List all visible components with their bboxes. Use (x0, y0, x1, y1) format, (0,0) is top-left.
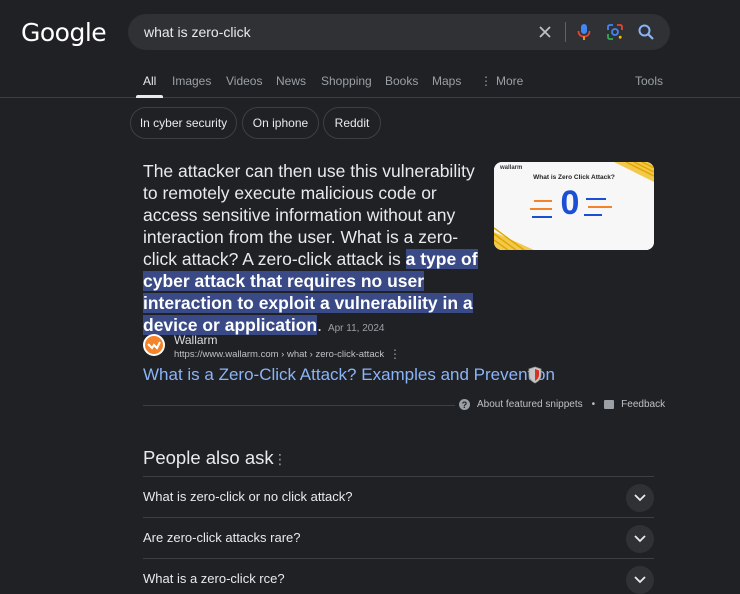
about-bullet: • (591, 399, 596, 410)
snippet-thumbnail[interactable]: 0 wallarm What is Zero Click Attack? (494, 162, 654, 250)
tab-maps[interactable]: Maps (432, 74, 461, 88)
snippet-date: Apr 11, 2024 (327, 323, 385, 334)
thumbnail-title: What is Zero Click Attack? (533, 174, 615, 181)
more-vert-icon: ⋮ (480, 74, 492, 88)
tools-button[interactable]: Tools (635, 74, 663, 88)
paa-question-text: Are zero-click attacks rare? (143, 530, 301, 545)
paa-question[interactable]: What is a zero-click rce? (143, 558, 654, 594)
feedback-icon (604, 400, 615, 409)
about-label: About featured snippets (477, 399, 583, 410)
result-title-link[interactable]: What is a Zero-Click Attack? Examples an… (143, 365, 555, 385)
paa-menu-icon[interactable]: ⋮ (273, 451, 287, 468)
source-url[interactable]: https://www.wallarm.com › what › zero-cl… (174, 349, 384, 360)
tab-news[interactable]: News (276, 74, 306, 88)
tab-more-label: More (496, 74, 524, 88)
search-bar[interactable]: what is zero-click (128, 14, 670, 50)
tab-books[interactable]: Books (385, 74, 418, 88)
active-tab-indicator (136, 95, 163, 98)
search-tabs: All Images Videos News Shopping Books Ma… (0, 66, 740, 98)
tab-images[interactable]: Images (172, 74, 211, 88)
snippet-text-after: . (317, 315, 322, 335)
paa-question[interactable]: What is zero-click or no click attack? (143, 476, 654, 517)
paa-question-text: What is zero-click or no click attack? (143, 489, 353, 504)
chip-on-iphone[interactable]: On iphone (242, 107, 319, 139)
tab-shopping[interactable]: Shopping (321, 74, 372, 88)
chevron-down-icon[interactable] (626, 525, 654, 553)
search-divider (565, 22, 566, 42)
chevron-down-icon[interactable] (626, 484, 654, 512)
clear-icon[interactable] (533, 20, 557, 44)
source-menu-icon[interactable]: ⋮ (389, 347, 401, 361)
help-icon: ? (459, 399, 470, 410)
thumbnail-zero-glyph: 0 (561, 184, 580, 222)
microphone-icon[interactable] (572, 20, 596, 44)
feedback-link[interactable]: Feedback (621, 399, 665, 410)
search-input[interactable]: what is zero-click (144, 24, 251, 40)
lens-icon[interactable] (603, 20, 627, 44)
wallarm-favicon[interactable] (143, 334, 165, 356)
source-name[interactable]: Wallarm (174, 333, 218, 347)
featured-snippet-text: The attacker can then use this vulnerabi… (143, 160, 478, 340)
paa-question[interactable]: Are zero-click attacks rare? (143, 517, 654, 558)
tab-more[interactable]: ⋮ More (480, 74, 523, 88)
chip-reddit[interactable]: Reddit (323, 107, 381, 139)
chevron-down-icon[interactable] (626, 566, 654, 594)
tab-all[interactable]: All (143, 74, 156, 88)
tab-videos[interactable]: Videos (226, 74, 262, 88)
shield-icon (528, 366, 542, 389)
paa-question-text: What is a zero-click rce? (143, 571, 285, 586)
people-also-ask-title: People also ask (143, 447, 274, 468)
about-featured-snippets[interactable]: ? About featured snippets • Feedback (455, 399, 670, 410)
thumbnail-brand: wallarm (500, 165, 523, 171)
search-icon[interactable] (634, 20, 658, 44)
chip-in-cyber-security[interactable]: In cyber security (130, 107, 237, 139)
google-logo[interactable]: Google (21, 18, 107, 47)
